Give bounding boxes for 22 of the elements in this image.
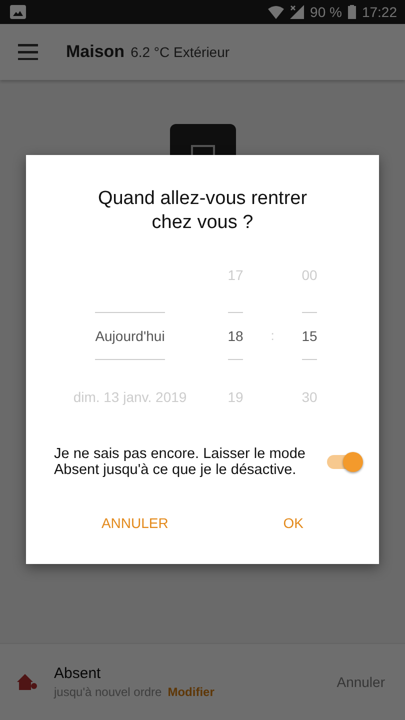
- cancel-button[interactable]: Annuler: [336, 674, 385, 690]
- home-title: Maison: [66, 42, 125, 62]
- picker-item[interactable]: 18: [228, 312, 244, 360]
- toggle-label: Je ne sais pas encore. Laisser le mode Absent jusqu'à ce que je le désactive.: [54, 446, 306, 478]
- battery-level: 90 %: [310, 4, 342, 20]
- signal-icon: [290, 5, 304, 19]
- clock: 17:22: [362, 4, 397, 20]
- away-house-icon: [16, 673, 38, 691]
- time-separator: :: [270, 326, 276, 344]
- outdoor-temperature: 6.2 °C Extérieur: [130, 44, 230, 60]
- wifi-icon: [268, 6, 284, 18]
- ok-button[interactable]: OK: [273, 509, 314, 537]
- mode-label: Absent: [54, 665, 102, 682]
- image-icon: [10, 5, 26, 19]
- toggle-switch[interactable]: [327, 455, 361, 469]
- battery-icon: [348, 5, 356, 19]
- menu-icon[interactable]: [18, 44, 38, 60]
- cancel-button[interactable]: ANNULER: [91, 509, 178, 537]
- picker-item[interactable]: 15: [302, 312, 318, 360]
- picker-item[interactable]: Aujourd'hui: [95, 312, 165, 360]
- modify-link[interactable]: Modifier: [168, 685, 214, 699]
- dialog-title: Quand allez-vous rentrer chez vous ?: [96, 187, 308, 235]
